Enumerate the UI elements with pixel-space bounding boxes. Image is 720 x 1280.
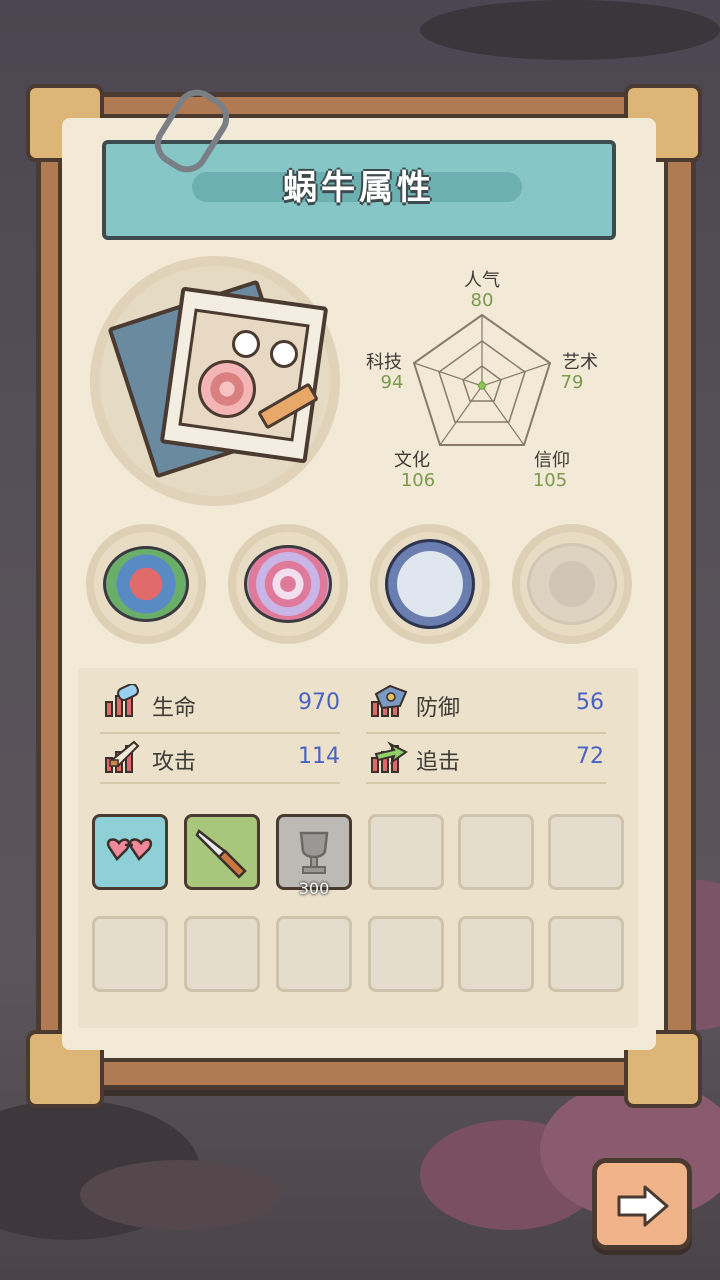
relic-slot-1[interactable] [86,524,206,644]
relic-slot-4-locked[interactable] [512,524,632,644]
attribute-value-pursuit: 72 [576,744,604,769]
chained-orb-icon [527,543,617,625]
next-button[interactable] [592,1158,692,1250]
knife-icon [195,829,247,879]
heart-glasses-icon [106,838,153,861]
stat-label-tech: 科技 [366,352,402,373]
attack-icon [105,740,140,773]
equipment-slot-empty[interactable] [548,916,624,992]
stat-value-popularity: 80 [470,290,494,311]
equipment-slot-empty[interactable] [92,916,168,992]
attribute-label-pursuit: 追击 [416,750,461,775]
attribute-label-defense: 防御 [416,696,461,721]
stat-value-art: 79 [560,372,584,393]
stat-label-culture: 文化 [394,450,430,471]
equipment-slot-empty[interactable] [458,814,534,890]
stat-label-art: 艺术 [562,352,598,373]
trophy-icon [299,831,329,874]
health-icon [105,684,139,717]
stat-label-popularity: 人气 [464,270,500,291]
attribute-value-defense: 56 [576,690,604,715]
equipment-slot-3[interactable]: 300 [276,814,352,898]
snail-shell-icon [198,360,256,418]
equipment-slot-empty[interactable] [458,916,534,992]
compass-icon [385,539,475,629]
attribute-value-health: 970 [298,690,340,715]
equipment-slot-empty[interactable] [368,916,444,992]
equipment-slot-empty[interactable] [276,916,352,992]
attribute-label-attack: 攻击 [152,750,197,775]
stat-label-faith: 信仰 [534,450,570,471]
tentacle-ball-icon [103,546,189,622]
attribute-value-attack: 114 [298,744,340,769]
relic-slot-2[interactable] [228,524,348,644]
equipment-slot-2[interactable] [184,814,260,890]
stat-value-tech: 94 [380,372,404,393]
stat-value-faith: 105 [532,470,568,491]
item-count: 300 [298,879,330,898]
relic-slot-3[interactable] [370,524,490,644]
stat-value-culture: 106 [400,470,436,491]
defense-icon [371,684,408,717]
attribute-label-health: 生命 [152,696,197,721]
equipment-slot-empty[interactable] [548,814,624,890]
equipment-slot-empty[interactable] [184,916,260,992]
pursuit-icon [371,741,408,773]
equipment-slot-empty[interactable] [368,814,444,890]
equipment-slot-1[interactable] [92,814,168,890]
spiral-shell-icon [244,545,332,623]
arrow-right-icon [617,1185,669,1227]
